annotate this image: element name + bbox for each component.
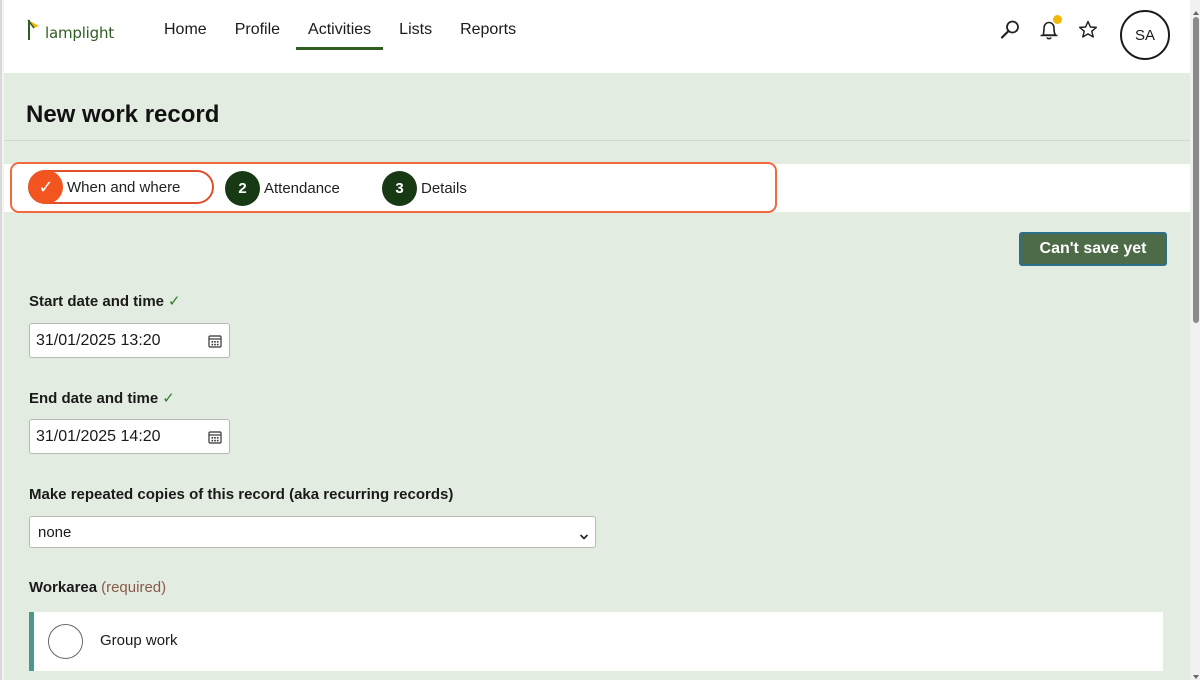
main-nav: Home Profile Activities Lists Reports <box>152 0 532 73</box>
end-date-value: 31/01/2025 14:20 <box>36 428 161 445</box>
chevron-down-icon <box>579 528 589 540</box>
required-note: (required) <box>101 579 167 596</box>
nav-home[interactable]: Home <box>152 0 219 50</box>
option-label: Group work <box>100 632 178 649</box>
repeat-select[interactable]: none <box>29 516 596 548</box>
step-when-and-where[interactable]: ✓ When and where <box>28 170 214 204</box>
calendar-icon[interactable] <box>208 430 222 444</box>
valid-check-icon: ✓ <box>168 293 181 310</box>
repeat-label: Make repeated copies of this record (aka… <box>29 486 454 503</box>
workarea-label: Workarea (required) <box>29 579 166 596</box>
nav-activities[interactable]: Activities <box>296 0 384 50</box>
header-icons <box>998 15 1115 42</box>
repeat-selected-value: none <box>38 524 72 541</box>
start-date-input[interactable]: 31/01/2025 13:20 <box>29 323 230 358</box>
scrollbar-thumb[interactable] <box>1193 17 1199 323</box>
top-bar: lamplight Home Profile Activities Lists … <box>4 0 1190 73</box>
end-date-label: End date and time ✓ <box>29 389 175 407</box>
nav-reports[interactable]: Reports <box>448 0 528 50</box>
end-date-label-text: End date and time <box>29 390 159 407</box>
notification-dot <box>1053 15 1062 24</box>
logo-text: lamplight <box>45 24 114 42</box>
search-icon[interactable] <box>998 18 1022 42</box>
radio-button[interactable] <box>48 624 83 659</box>
star-icon[interactable] <box>1076 18 1100 42</box>
bell-icon[interactable] <box>1037 15 1062 42</box>
step-attendance[interactable]: 2 Attendance <box>225 170 340 206</box>
step-number: 2 <box>225 170 260 206</box>
start-date-value: 31/01/2025 13:20 <box>36 332 161 349</box>
lamp-icon <box>26 18 42 42</box>
step-check-icon: ✓ <box>29 170 63 204</box>
step-details[interactable]: 3 Details <box>382 170 467 206</box>
nav-lists[interactable]: Lists <box>387 0 444 50</box>
valid-check-icon: ✓ <box>162 390 175 407</box>
lamplight-logo[interactable]: lamplight <box>26 16 114 42</box>
nav-profile[interactable]: Profile <box>223 0 292 50</box>
start-date-label: Start date and time ✓ <box>29 292 181 310</box>
start-date-label-text: Start date and time <box>29 293 165 310</box>
scroll-up-arrow-icon[interactable] <box>1192 4 1200 15</box>
scroll-down-arrow-icon[interactable] <box>1192 668 1200 679</box>
workarea-option-group-work[interactable]: Group work <box>29 612 1163 671</box>
title-divider <box>4 140 1190 141</box>
page-title: New work record <box>26 101 220 128</box>
user-avatar[interactable]: SA <box>1120 10 1170 60</box>
workarea-label-text: Workarea <box>29 579 98 596</box>
browser-frame: lamplight Home Profile Activities Lists … <box>0 0 1200 680</box>
save-button[interactable]: Can't save yet <box>1019 232 1167 266</box>
end-date-input[interactable]: 31/01/2025 14:20 <box>29 419 230 454</box>
step-label: When and where <box>67 178 181 196</box>
main-content: New work record ✓ When and where 2 Atten… <box>4 73 1190 680</box>
vertical-scrollbar[interactable] <box>1190 0 1200 680</box>
step-number: 3 <box>382 170 417 206</box>
calendar-icon[interactable] <box>208 334 222 348</box>
step-label: Details <box>421 179 467 197</box>
step-label: Attendance <box>264 179 340 197</box>
